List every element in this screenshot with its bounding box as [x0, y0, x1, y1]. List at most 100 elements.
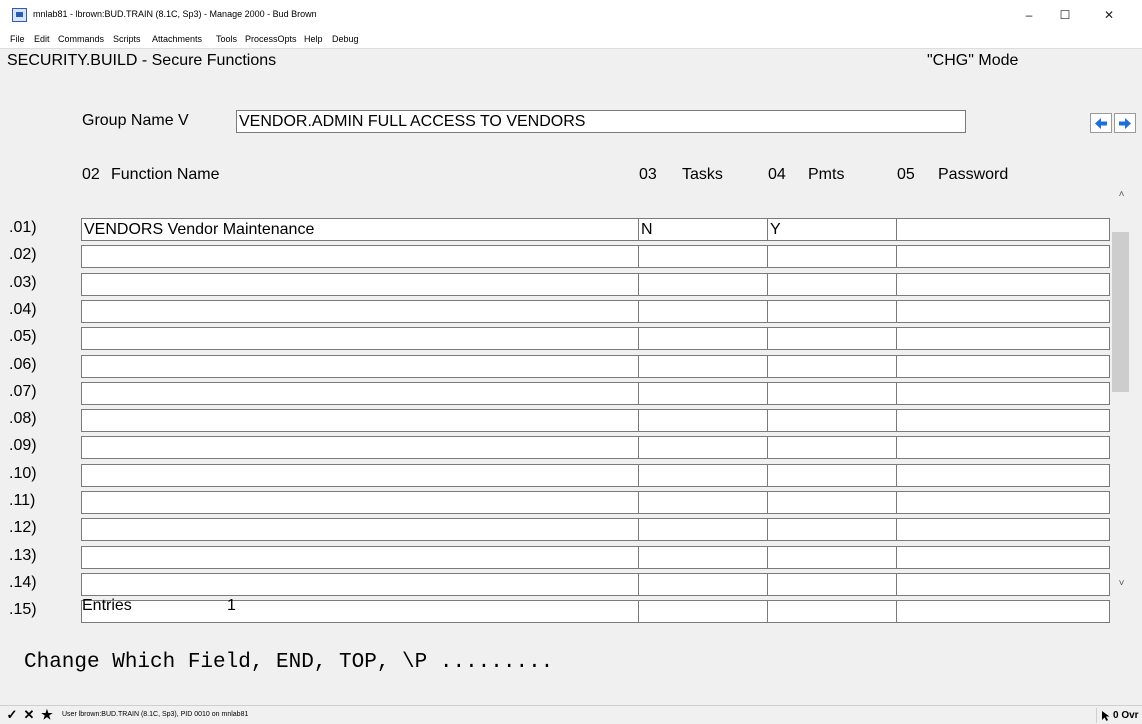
menu-edit[interactable]: Edit — [34, 34, 50, 44]
pmts-field[interactable] — [767, 354, 897, 378]
scrollbar-thumb[interactable] — [1112, 232, 1129, 392]
function-name-field[interactable] — [81, 463, 639, 487]
tasks-field[interactable] — [638, 272, 768, 296]
group-name-field[interactable]: VENDOR.ADMIN FULL ACCESS TO VENDORS — [236, 110, 966, 133]
row-label: .15) — [9, 601, 37, 619]
function-name-field[interactable] — [81, 545, 639, 569]
tasks-field[interactable] — [638, 245, 768, 269]
tasks-field[interactable] — [638, 463, 768, 487]
tasks-field[interactable] — [638, 327, 768, 351]
group-name-label: Group Name V — [82, 112, 189, 129]
row-label: .07) — [9, 382, 37, 400]
entries-label: Entries — [82, 597, 132, 614]
password-field[interactable] — [896, 600, 1110, 624]
row-label: .03) — [9, 273, 37, 291]
screen-title: SECURITY.BUILD - Secure Functions — [7, 52, 277, 69]
scroll-down-arrow[interactable]: ˅ — [1113, 578, 1130, 589]
pmts-field[interactable] — [767, 327, 897, 351]
maximize-button[interactable]: ☐ — [1050, 4, 1080, 26]
tasks-field[interactable] — [638, 436, 768, 460]
arrow-right-icon — [1119, 118, 1131, 129]
password-field[interactable] — [896, 381, 1110, 405]
menu-attachments[interactable]: Attachments — [152, 34, 202, 44]
password-field[interactable] — [896, 354, 1110, 378]
tasks-field[interactable] — [638, 409, 768, 433]
menu-help[interactable]: Help — [304, 34, 323, 44]
pmts-field[interactable] — [767, 272, 897, 296]
row-label: .08) — [9, 410, 37, 428]
status-right: 0 Ovr — [1096, 708, 1142, 723]
pmts-field[interactable] — [767, 600, 897, 624]
password-field[interactable] — [896, 272, 1110, 296]
function-name-field[interactable] — [81, 299, 639, 323]
tasks-field[interactable] — [638, 572, 768, 596]
menu-file[interactable]: File — [10, 34, 25, 44]
pmts-field[interactable] — [767, 245, 897, 269]
menu-scripts[interactable]: Scripts — [113, 34, 141, 44]
password-field[interactable] — [896, 491, 1110, 514]
password-field[interactable] — [896, 218, 1110, 241]
password-field[interactable] — [896, 409, 1110, 433]
function-name-field[interactable] — [81, 491, 639, 514]
menu-tools[interactable]: Tools — [216, 34, 237, 44]
pmts-field[interactable] — [767, 409, 897, 433]
password-field[interactable] — [896, 436, 1110, 460]
menu-debug[interactable]: Debug — [332, 34, 359, 44]
next-record-button[interactable] — [1114, 113, 1136, 133]
title-bar: mnlab81 - lbrown:BUD.TRAIN (8.1C, Sp3) -… — [0, 0, 1142, 30]
pmts-field[interactable] — [767, 491, 897, 514]
function-name-field[interactable] — [81, 572, 639, 596]
password-field[interactable] — [896, 545, 1110, 569]
pmts-field[interactable] — [767, 572, 897, 596]
tasks-field[interactable] — [638, 518, 768, 542]
x-icon[interactable]: ✕ — [22, 708, 36, 722]
check-icon[interactable]: ✓ — [5, 708, 19, 722]
tasks-field[interactable] — [638, 381, 768, 405]
function-name-field[interactable] — [81, 409, 639, 433]
tasks-field[interactable] — [638, 299, 768, 323]
password-field[interactable] — [896, 463, 1110, 487]
function-name-field[interactable] — [81, 600, 639, 624]
function-name-field[interactable] — [81, 436, 639, 460]
pmts-field[interactable] — [767, 545, 897, 569]
pmts-field[interactable] — [767, 299, 897, 323]
tasks-field[interactable]: N — [638, 218, 768, 241]
function-name-field[interactable]: VENDORS Vendor Maintenance — [81, 218, 639, 241]
tasks-field[interactable] — [638, 491, 768, 514]
app-icon — [12, 8, 27, 22]
function-name-field[interactable] — [81, 354, 639, 378]
pmts-field[interactable]: Y — [767, 218, 897, 241]
row-label: .12) — [9, 519, 37, 537]
tasks-field[interactable] — [638, 354, 768, 378]
pmts-field[interactable] — [767, 436, 897, 460]
pmts-field[interactable] — [767, 463, 897, 487]
minimize-button[interactable]: – — [1014, 4, 1044, 26]
row-label: .04) — [9, 300, 37, 318]
arrow-left-icon — [1095, 118, 1107, 129]
function-name-field[interactable] — [81, 327, 639, 351]
password-field[interactable] — [896, 572, 1110, 596]
prev-record-button[interactable] — [1090, 113, 1112, 133]
pmts-field[interactable] — [767, 518, 897, 542]
menu-processopts[interactable]: ProcessOpts — [245, 34, 297, 44]
password-field[interactable] — [896, 245, 1110, 269]
password-field[interactable] — [896, 518, 1110, 542]
tasks-field[interactable] — [638, 545, 768, 569]
close-button[interactable]: ✕ — [1094, 4, 1124, 26]
password-field[interactable] — [896, 327, 1110, 351]
pmts-field[interactable] — [767, 381, 897, 405]
function-name-field[interactable] — [81, 245, 639, 269]
row-label: .13) — [9, 546, 37, 564]
row-label: .06) — [9, 355, 37, 373]
menu-commands[interactable]: Commands — [58, 34, 104, 44]
function-name-field[interactable] — [81, 518, 639, 542]
scroll-up-arrow[interactable]: ˄ — [1113, 189, 1130, 200]
function-name-field[interactable] — [81, 272, 639, 296]
password-field[interactable] — [896, 299, 1110, 323]
function-name-field[interactable] — [81, 381, 639, 405]
row-label: .14) — [9, 573, 37, 591]
tasks-field[interactable] — [638, 600, 768, 624]
mode-indicator: "CHG" Mode — [927, 52, 1019, 69]
password-col-header: Password — [938, 166, 1009, 183]
star-icon[interactable]: ★ — [40, 708, 54, 722]
